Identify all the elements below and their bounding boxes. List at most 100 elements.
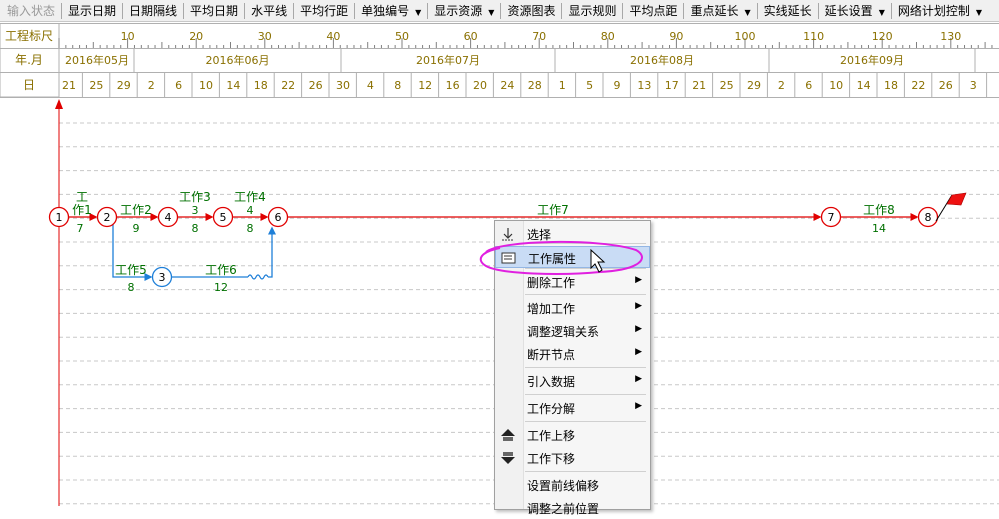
dropdown-arrow-icon: ▼ (878, 7, 885, 17)
menu-item-1[interactable]: 工作属性 (495, 246, 650, 268)
toolbar-button-12[interactable]: 实线延长 (759, 1, 817, 21)
work-label-8: 工作8 (863, 203, 895, 217)
submenu-arrow-icon: ▶ (635, 324, 642, 334)
day-label: 25 (720, 79, 734, 92)
timescale-row-label: 日 (23, 78, 35, 92)
work-duration-4: 8 (247, 222, 254, 235)
day-label: 16 (446, 79, 460, 92)
toolbar-button-5[interactable]: 平均行距 (295, 1, 353, 21)
toolbar-button-9[interactable]: 显示规则 (563, 1, 621, 21)
node-number: 2 (104, 211, 111, 224)
toolbar-separator (890, 2, 892, 19)
menu-item-3[interactable]: 增加工作 ▶ (495, 297, 650, 319)
toolbar-button-8[interactable]: 资源图表 (502, 1, 560, 21)
work-label-1b: 作1 (72, 203, 92, 217)
toolbar-button-label: 显示日期 (68, 3, 117, 18)
scale-tick-label: 20 (189, 30, 203, 43)
day-label: 2 (148, 79, 155, 92)
toolbar-button-14[interactable]: 网络计划控制 ▼ (893, 1, 987, 21)
day-label: 18 (254, 79, 268, 92)
menu-separator (525, 294, 646, 295)
toolbar-button-label: 水平线 (251, 3, 288, 18)
day-label: 8 (394, 79, 401, 92)
toolbar-button-label: 平均日期 (190, 3, 239, 18)
node-number: 6 (275, 211, 282, 224)
submenu-arrow-icon: ▶ (635, 401, 642, 411)
day-label: 1 (559, 79, 566, 92)
work-duration-6: 12 (214, 281, 228, 294)
day-label: 14 (857, 79, 871, 92)
toolbar-button-label: 显示规则 (568, 3, 617, 18)
dropdown-arrow-icon: ▼ (975, 7, 983, 17)
node-number: 7 (828, 211, 835, 224)
toolbar-button-2[interactable]: 日期隔线 (124, 1, 182, 21)
toolbar-separator (427, 2, 429, 19)
toolbar-button-label: 平均点距 (629, 3, 678, 18)
work-label-7: 工作7 (537, 203, 569, 217)
work-duration-1: 7 (77, 222, 84, 235)
toolbar-button-10[interactable]: 平均点距 (624, 1, 682, 21)
toolbar-button-label: 重点延长 (690, 3, 739, 18)
day-label: 6 (175, 79, 182, 92)
menu-separator (525, 394, 646, 395)
menu-item-0[interactable]: 选择 (495, 223, 650, 245)
menu-item-8[interactable]: 工作上移 (495, 424, 650, 446)
day-label: 26 (939, 79, 953, 92)
toolbar-button-label: 单独编号 (361, 3, 410, 18)
menu-item-label: 工作上移 (527, 429, 576, 443)
menu-item-label: 设置前线偏移 (527, 479, 600, 493)
arrowhead-icon (910, 213, 919, 221)
day-label: 24 (500, 79, 514, 92)
menu-item-4[interactable]: 调整逻辑关系 ▶ (495, 320, 650, 342)
toolbar-separator (622, 2, 624, 19)
scale-tick-label: 120 (872, 30, 893, 43)
arrowhead-icon (268, 226, 276, 235)
arrowhead-icon (813, 213, 822, 221)
toolbar-button-6[interactable]: 单独编号 ▼ (356, 1, 426, 21)
toolbar-separator (500, 2, 502, 19)
menu-item-10[interactable]: 设置前线偏移 (495, 474, 650, 496)
toolbar-separator (683, 2, 685, 19)
toolbar-button-1[interactable]: 显示日期 (63, 1, 121, 21)
work-label-6: 工作6 (205, 263, 237, 277)
menu-item-9[interactable]: 工作下移 (495, 447, 650, 469)
day-label: 2 (778, 79, 785, 92)
menu-item-2[interactable]: 删除工作 ▶ (495, 271, 650, 293)
arrowhead-icon (205, 213, 214, 221)
scale-tick-label: 10 (121, 30, 135, 43)
day-label: 21 (62, 79, 76, 92)
day-label: 9 (614, 79, 621, 92)
work-sub-4: 4 (247, 204, 254, 217)
menu-item-11[interactable]: 调整之前位置 (495, 497, 650, 519)
day-label: 30 (336, 79, 350, 92)
day-label: 4 (367, 79, 374, 92)
scale-tick-label: 100 (735, 30, 756, 43)
toolbar-separator (756, 2, 758, 19)
work-duration-5: 8 (128, 281, 135, 294)
scale-tick-label: 80 (601, 30, 615, 43)
day-label: 12 (418, 79, 432, 92)
toolbar-button-7[interactable]: 显示资源 ▼ (429, 1, 499, 21)
month-label: 2016年06月 (206, 53, 270, 67)
menu-item-label: 引入数据 (527, 375, 576, 389)
toolbar-button-11[interactable]: 重点延长 ▼ (685, 1, 755, 21)
select-icon (499, 226, 517, 242)
menu-item-5[interactable]: 断开节点 ▶ (495, 343, 650, 365)
day-label: 29 (117, 79, 131, 92)
menu-item-7[interactable]: 工作分解 ▶ (495, 397, 650, 419)
dropdown-arrow-icon: ▼ (415, 7, 422, 17)
day-label: 13 (637, 79, 651, 92)
timescale-row-label: 工程标尺 (5, 28, 53, 43)
toolbar-button-4[interactable]: 水平线 (246, 1, 292, 21)
toolbar-button-3[interactable]: 平均日期 (185, 1, 243, 21)
day-label: 29 (747, 79, 761, 92)
free-float-wave (247, 274, 269, 280)
day-label: 28 (528, 79, 542, 92)
toolbar-button-0[interactable]: 输入状态 (2, 1, 60, 21)
toolbar-separator (122, 2, 124, 19)
toolbar-separator (354, 2, 356, 19)
menu-item-6[interactable]: 引入数据 ▶ (495, 370, 650, 392)
scale-tick-label: 110 (803, 30, 824, 43)
submenu-arrow-icon: ▶ (635, 347, 642, 357)
toolbar-button-13[interactable]: 延长设置 ▼ (820, 1, 890, 21)
